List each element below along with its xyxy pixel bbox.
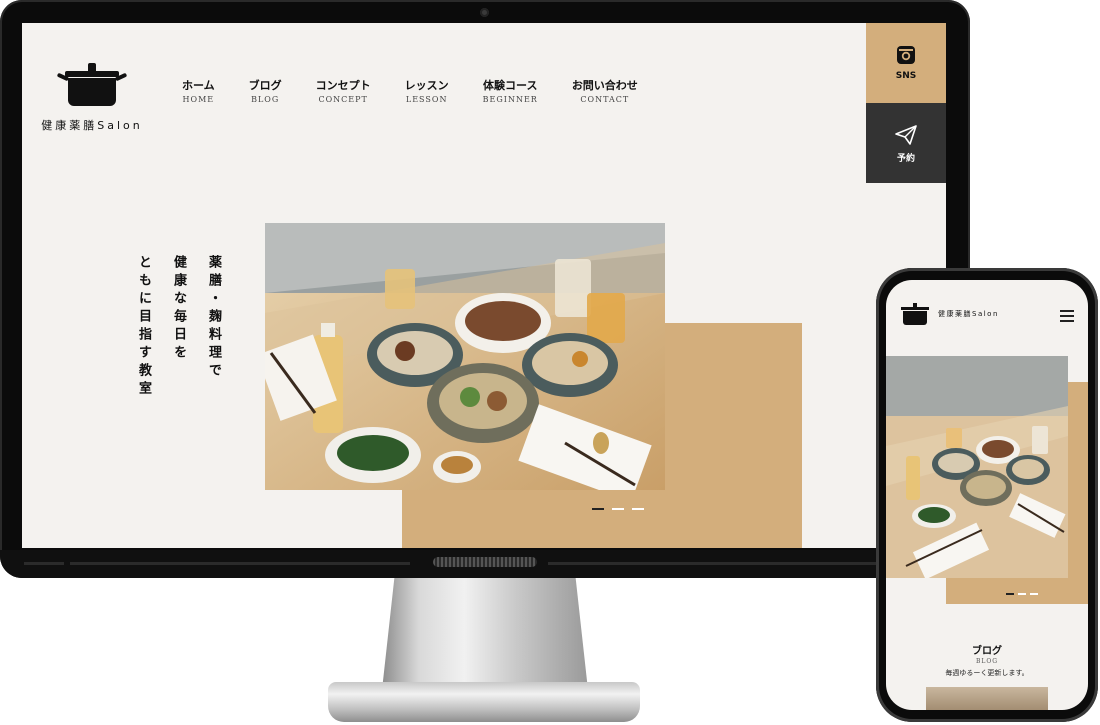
nav-label-jp: 体験コース bbox=[483, 79, 538, 92]
smartphone: 健康薬膳Salon ブログ BLOG 毎週ゆるーく更新します。 bbox=[876, 268, 1098, 722]
reserve-label: 予約 bbox=[896, 154, 915, 164]
speaker-grille bbox=[433, 557, 537, 567]
nav-label-en: BEGINNER bbox=[482, 95, 538, 104]
slider-dots bbox=[592, 508, 644, 510]
desktop-screen: 健康薬膳Salon ホーム HOME ブログ BLOG コンセプト CONCEP… bbox=[22, 23, 946, 548]
site-logo[interactable]: 健康薬膳Salon bbox=[32, 59, 152, 133]
camera-icon bbox=[480, 8, 489, 17]
monitor-base bbox=[328, 682, 640, 722]
nav-label-en: LESSON bbox=[405, 95, 448, 104]
nav-label-jp: コンセプト bbox=[315, 79, 371, 92]
reserve-button[interactable]: 予約 bbox=[866, 103, 946, 183]
pot-icon bbox=[56, 59, 128, 109]
nav-label-en: BLOG bbox=[251, 95, 280, 104]
nav-label-jp: ホーム bbox=[182, 79, 215, 92]
phone-site-logo[interactable]: 健康薬膳Salon bbox=[898, 302, 999, 326]
slider-dot[interactable] bbox=[1006, 593, 1014, 595]
sns-button[interactable]: SNS bbox=[866, 23, 946, 103]
slider-dot[interactable] bbox=[592, 508, 604, 510]
nav-item-contact[interactable]: お問い合わせ CONTACT bbox=[572, 77, 638, 104]
blog-description: 毎週ゆるーく更新します。 bbox=[945, 669, 1029, 677]
nav-label-jp: ブログ bbox=[248, 79, 282, 92]
paper-plane-icon bbox=[866, 125, 946, 147]
slider-dot[interactable] bbox=[1018, 593, 1026, 595]
desktop-monitor: 健康薬膳Salon ホーム HOME ブログ BLOG コンセプト CONCEP… bbox=[0, 0, 970, 578]
phone-logo-text: 健康薬膳Salon bbox=[938, 310, 999, 318]
nav-item-lesson[interactable]: レッスン LESSON bbox=[405, 77, 449, 104]
chin-detail bbox=[70, 562, 410, 565]
nav-item-blog[interactable]: ブログ BLOG bbox=[249, 77, 282, 104]
chin-detail bbox=[24, 562, 64, 565]
phone-hero-photo bbox=[886, 356, 1068, 578]
logo-text: 健康薬膳Salon bbox=[41, 119, 143, 132]
blog-subtitle: BLOG bbox=[975, 658, 999, 665]
nav-item-concept[interactable]: コンセプト CONCEPT bbox=[316, 77, 371, 104]
hero-tagline: 薬膳・麹料理で 健康な毎日を ともに目指す教室 bbox=[134, 255, 223, 399]
nav-label-en: CONCEPT bbox=[318, 95, 368, 104]
nav-label-jp: お問い合わせ bbox=[571, 79, 638, 92]
main-nav: ホーム HOME ブログ BLOG コンセプト CONCEPT レッスン LES… bbox=[182, 77, 672, 104]
nav-item-beginner[interactable]: 体験コース BEGINNER bbox=[483, 77, 538, 104]
hamburger-menu-icon[interactable] bbox=[1060, 310, 1074, 325]
blog-thumbnail[interactable] bbox=[926, 687, 1048, 710]
hero-food-photo bbox=[265, 223, 665, 490]
blog-title: ブログ bbox=[972, 646, 1002, 657]
slider-dot[interactable] bbox=[1030, 593, 1038, 595]
nav-item-home[interactable]: ホーム HOME bbox=[182, 77, 215, 104]
tagline-line: 薬膳・麹料理で bbox=[206, 255, 221, 381]
phone-slider-dots bbox=[1006, 593, 1038, 595]
sns-label: SNS bbox=[895, 71, 917, 81]
instagram-icon bbox=[866, 45, 946, 67]
phone-screen: 健康薬膳Salon ブログ BLOG 毎週ゆるーく更新します。 bbox=[886, 280, 1088, 710]
nav-label-en: CONTACT bbox=[580, 95, 630, 104]
slider-dot[interactable] bbox=[632, 508, 644, 510]
nav-label-en: HOME bbox=[182, 95, 215, 104]
pot-icon bbox=[898, 302, 932, 326]
phone-blog-section: ブログ BLOG 毎週ゆるーく更新します。 bbox=[886, 642, 1088, 678]
slider-dot[interactable] bbox=[612, 508, 624, 510]
nav-label-jp: レッスン bbox=[404, 79, 449, 92]
monitor-stand bbox=[382, 578, 588, 690]
tagline-line: 健康な毎日を bbox=[171, 255, 186, 363]
tagline-line: ともに目指す教室 bbox=[136, 255, 151, 399]
